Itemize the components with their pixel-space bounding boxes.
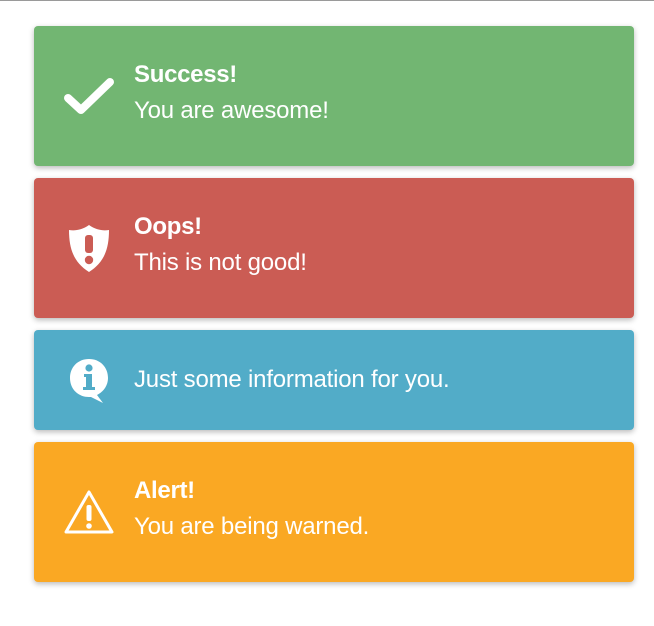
danger-alert: Oops! This is not good!: [34, 178, 634, 318]
warning-triangle-icon: [62, 485, 116, 539]
alert-text: Just some information for you.: [134, 365, 614, 395]
top-border: [0, 0, 654, 1]
alert-text: Alert! You are being warned.: [134, 476, 614, 542]
warning-alert: Alert! You are being warned.: [34, 442, 634, 582]
check-icon: [62, 69, 116, 123]
info-bubble-icon: [62, 353, 116, 407]
alert-title: Oops!: [134, 213, 202, 240]
shield-exclamation-icon: [62, 221, 116, 275]
info-alert: Just some information for you.: [34, 330, 634, 430]
alert-text: Success! You are awesome!: [134, 60, 614, 126]
success-alert: Success! You are awesome!: [34, 26, 634, 166]
alert-title: Success!: [134, 61, 237, 88]
alert-text: Oops! This is not good!: [134, 212, 614, 278]
alert-message: Just some information for you.: [134, 366, 450, 393]
alert-title: Alert!: [134, 477, 195, 504]
alert-list: Success! You are awesome! Oops! This is …: [34, 26, 634, 594]
alert-message: You are awesome!: [134, 97, 329, 124]
alert-message: This is not good!: [134, 249, 307, 276]
alert-message: You are being warned.: [134, 513, 370, 540]
